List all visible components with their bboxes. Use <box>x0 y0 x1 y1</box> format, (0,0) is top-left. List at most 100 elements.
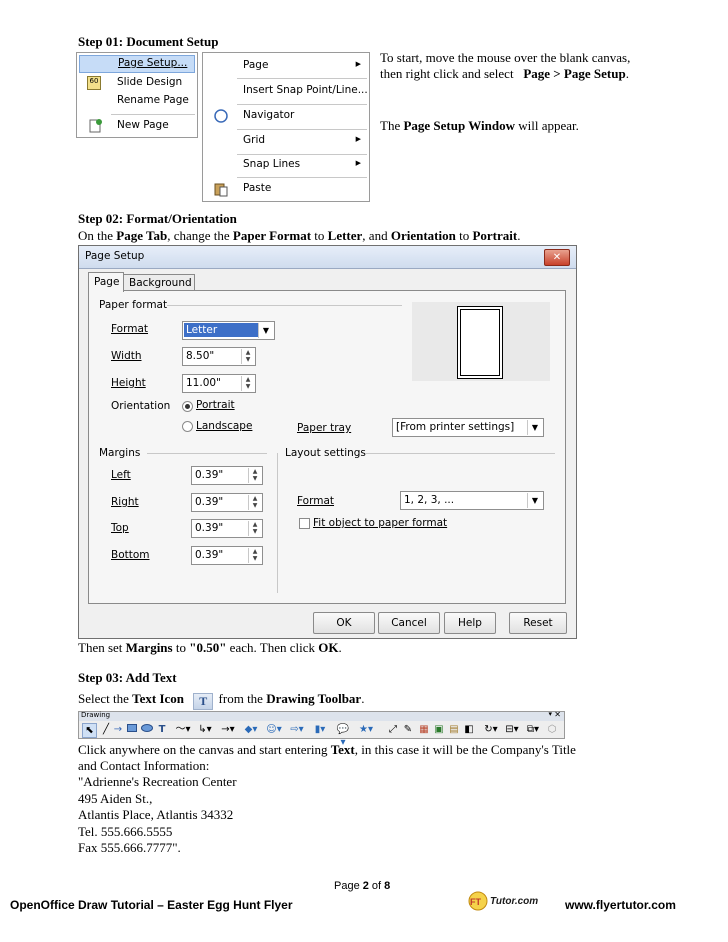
left-margin-stepper[interactable]: ▲ ▼ <box>248 468 261 483</box>
right-margin-field[interactable]: 0.39" ▲ ▼ <box>191 493 263 512</box>
menu-item-grid[interactable]: Grid ▶ <box>203 130 369 152</box>
cancel-button[interactable]: Cancel <box>378 612 440 634</box>
menu-item-label: Rename Page <box>117 94 189 106</box>
menu-item-rename-page[interactable]: Rename Page <box>77 92 197 114</box>
width-field[interactable]: 8.50" ▲ ▼ <box>182 347 256 366</box>
paper-tray-select[interactable]: [From printer settings] ▼ <box>392 418 544 437</box>
ok-button[interactable]: OK <box>313 612 375 634</box>
context-menu-slide: Page Setup... 60 Slide Design Rename Pag… <box>76 52 198 138</box>
contact-line: 495 Aiden St., <box>78 791 153 806</box>
menu-item-page[interactable]: Page ▶ <box>203 55 369 77</box>
submenu-arrow-icon: ▶ <box>355 60 361 68</box>
group-vertical-divider <box>277 453 278 593</box>
menu-item-insert-snap[interactable]: Insert Snap Point/Line... <box>203 80 369 102</box>
toolbar-titlebar[interactable]: Drawing ▾ ✕ <box>79 710 564 721</box>
callouts-icon[interactable]: 💬▾ <box>335 723 351 748</box>
toolbar-menu-icon[interactable]: ▾ <box>548 710 552 718</box>
text-tool-icon[interactable]: T <box>157 723 167 736</box>
margins-instruction: Then set Margins to "0.50" each. Then cl… <box>78 640 342 656</box>
reset-button[interactable]: Reset <box>509 612 567 634</box>
top-margin-label: Top <box>111 522 129 534</box>
select-icon[interactable]: ⬉ <box>82 723 97 738</box>
text-bold: Portrait <box>472 228 518 243</box>
fit-object-checkbox[interactable] <box>299 518 310 529</box>
from-file-icon[interactable]: ▣ <box>433 723 445 736</box>
fontwork-icon[interactable]: ▦ <box>418 723 430 736</box>
points-icon[interactable]: ⤢ <box>387 723 399 736</box>
lines-arrows-icon[interactable]: →▾ <box>220 723 236 736</box>
svg-text:FT: FT <box>470 897 481 907</box>
arrow-line-icon[interactable]: → <box>113 723 123 736</box>
slide-design-icon: 60 <box>87 76 101 90</box>
text: Click anywhere on the canvas and start e… <box>78 742 331 757</box>
gallery-icon[interactable]: ▤ <box>448 723 460 736</box>
text: The <box>380 118 404 133</box>
tab-page[interactable]: Page <box>88 272 124 292</box>
flowchart-icon[interactable]: ▮▾ <box>312 723 328 736</box>
arrange-icon[interactable]: ⧉▾ <box>525 723 541 736</box>
extrusion-icon[interactable]: ◧ <box>463 723 475 736</box>
toolbar-title: Drawing <box>81 711 111 719</box>
text-bold: Margins <box>125 640 173 655</box>
toggle-extrusion-icon[interactable]: ⬡ <box>546 723 558 736</box>
block-arrows-icon[interactable]: ⇨▾ <box>289 723 305 736</box>
menu-item-page-setup[interactable]: Page Setup... <box>79 55 195 73</box>
dialog-titlebar[interactable]: Page Setup ✕ <box>79 246 576 269</box>
format-select[interactable]: Letter ▼ <box>182 321 275 340</box>
text: Then set <box>78 640 126 655</box>
group-divider <box>147 453 267 454</box>
height-field[interactable]: 11.00" ▲ ▼ <box>182 374 256 393</box>
bottom-margin-field[interactable]: 0.39" ▲ ▼ <box>191 546 263 565</box>
tab-label: Page <box>94 276 120 288</box>
right-margin-stepper[interactable]: ▲ ▼ <box>248 495 261 510</box>
rotate-icon[interactable]: ↻▾ <box>483 723 499 736</box>
glue-points-icon[interactable]: ✎ <box>402 723 414 736</box>
symbol-shapes-icon[interactable]: ☺▾ <box>266 723 282 736</box>
step3-instructions: Click anywhere on the canvas and start e… <box>78 742 648 758</box>
tab-background[interactable]: Background <box>123 274 195 291</box>
ellipse-icon[interactable] <box>141 723 153 736</box>
text-bold: "0.50" <box>189 640 227 655</box>
paper-format-group-label: Paper format <box>99 299 168 311</box>
bottom-margin-value: 0.39" <box>195 549 224 561</box>
landscape-radio[interactable] <box>182 421 193 432</box>
text: to <box>311 228 328 243</box>
menu-item-navigator[interactable]: Navigator <box>203 105 369 127</box>
align-icon[interactable]: ⊟▾ <box>504 723 520 736</box>
top-margin-value: 0.39" <box>195 522 224 534</box>
text-bold: Paper Format <box>232 228 312 243</box>
stars-icon[interactable]: ★▾ <box>358 723 374 736</box>
menu-item-label: Navigator <box>243 109 295 121</box>
text: Select the <box>78 691 133 706</box>
line-icon[interactable]: ╱ <box>101 723 111 736</box>
basic-shapes-icon[interactable]: ◆▾ <box>243 723 259 736</box>
page-number: Page 2 of 8 <box>334 880 390 892</box>
toolbar-close-icon[interactable]: ✕ <box>554 710 561 719</box>
menu-item-new-page[interactable]: New Page <box>77 117 197 139</box>
rectangle-icon[interactable] <box>127 723 137 736</box>
height-label: Height <box>111 377 146 389</box>
menu-item-snap-lines[interactable]: Snap Lines ▶ <box>203 154 369 176</box>
tab-panel-page: Paper format Format Letter ▼ Width 8.50"… <box>88 290 566 604</box>
page-preview <box>412 302 550 381</box>
top-margin-field[interactable]: 0.39" ▲ ▼ <box>191 519 263 538</box>
close-button[interactable]: ✕ <box>544 249 570 266</box>
contact-line: Atlantis Place, Atlantis 34332 <box>78 807 234 822</box>
left-margin-field[interactable]: 0.39" ▲ ▼ <box>191 466 263 485</box>
connector-icon[interactable]: ↳▾ <box>197 723 213 736</box>
group-divider <box>365 453 555 454</box>
dialog-title: Page Setup <box>85 250 145 262</box>
top-margin-stepper[interactable]: ▲ ▼ <box>248 521 261 536</box>
portrait-radio[interactable] <box>182 401 193 412</box>
help-button[interactable]: Help <box>444 612 496 634</box>
curve-icon[interactable]: 〜▾ <box>175 723 191 736</box>
text: will appear. <box>514 118 579 133</box>
text: , in this case it will be the Company's … <box>354 742 576 757</box>
layout-format-select[interactable]: 1, 2, 3, ... ▼ <box>400 491 544 510</box>
submenu-arrow-icon: ▶ <box>355 135 361 143</box>
footer-website[interactable]: www.flyertutor.com <box>565 898 676 912</box>
width-stepper[interactable]: ▲ ▼ <box>241 349 254 364</box>
height-stepper[interactable]: ▲ ▼ <box>241 376 254 391</box>
bottom-margin-stepper[interactable]: ▲ ▼ <box>248 548 261 563</box>
menu-item-paste[interactable]: Paste <box>203 178 369 200</box>
